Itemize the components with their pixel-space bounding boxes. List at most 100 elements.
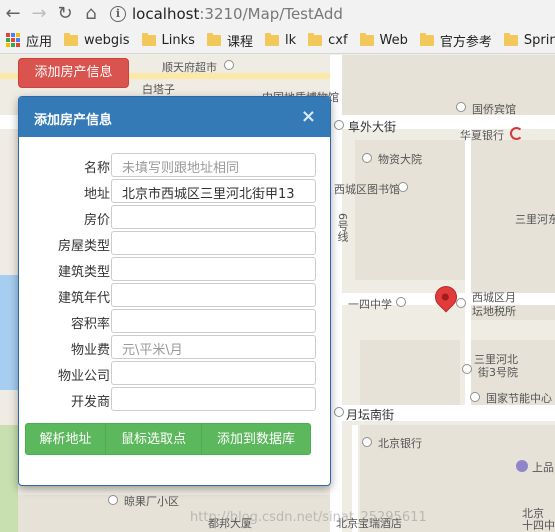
building-type-input[interactable] xyxy=(111,257,316,281)
forward-button[interactable]: → xyxy=(26,2,52,26)
name-input[interactable]: 未填写则跟地址相同 xyxy=(111,153,316,177)
house-type-input[interactable] xyxy=(111,231,316,255)
field-row-developer: 开发商 xyxy=(19,387,330,411)
bookmark-spring[interactable]: Spring xyxy=(503,32,555,48)
bookmark-label: Spring xyxy=(523,32,555,48)
map-label: 晾果厂小区 xyxy=(124,495,179,508)
field-label: 物业公司 xyxy=(57,369,110,384)
folder-icon xyxy=(264,32,279,46)
field-label: 建筑年代 xyxy=(57,291,110,306)
dialog-button-group: 解析地址 鼠标选取点 添加到数据库 xyxy=(25,423,311,455)
poi-icon xyxy=(470,392,480,402)
building-year-input[interactable] xyxy=(111,283,316,307)
field-label: 名称 xyxy=(83,161,110,176)
property-company-input[interactable] xyxy=(111,361,316,385)
shop-icon xyxy=(516,460,528,472)
folder-icon xyxy=(503,32,518,46)
close-icon[interactable]: × xyxy=(301,106,316,127)
bookmark-lk[interactable]: lk xyxy=(264,32,296,48)
poi-icon xyxy=(334,407,344,417)
field-label: 容积率 xyxy=(70,317,110,332)
map-label: 三里河东 xyxy=(515,213,555,226)
poi-icon xyxy=(334,120,344,130)
bookmark-web[interactable]: Web xyxy=(359,32,408,48)
url-host: localhost xyxy=(132,4,200,23)
parse-address-button[interactable]: 解析地址 xyxy=(25,423,106,455)
add-property-dialog: 添加房产信息 × 名称 未填写则跟地址相同 地址 北京市西城区三里河北街甲13 … xyxy=(18,96,331,486)
developer-input[interactable] xyxy=(111,387,316,411)
bookmark-official[interactable]: 官方参考 xyxy=(419,31,492,50)
apps-icon xyxy=(6,33,20,47)
bookmark-courses[interactable]: 课程 xyxy=(206,31,253,50)
bookmark-apps[interactable]: 应用 xyxy=(6,31,52,50)
map-block xyxy=(360,340,460,405)
folder-icon xyxy=(419,32,434,46)
poi-icon xyxy=(462,364,472,374)
map-label: 国侨宾馆 xyxy=(472,103,516,116)
poi-icon xyxy=(456,102,466,112)
pick-point-button[interactable]: 鼠标选取点 xyxy=(106,423,202,455)
field-row-address: 地址 北京市西城区三里河北街甲13 xyxy=(19,179,330,203)
field-row-plot-ratio: 容积率 xyxy=(19,309,330,333)
field-row-house-type: 房屋类型 xyxy=(19,231,330,255)
map-label: 坛地税所 xyxy=(472,305,516,318)
info-icon[interactable]: i xyxy=(110,5,126,22)
back-button[interactable]: ← xyxy=(0,2,26,26)
poi-icon xyxy=(456,298,466,308)
bookmark-webgis[interactable]: webgis xyxy=(64,32,130,48)
bookmark-label: webgis xyxy=(84,32,130,48)
url-field[interactable]: i localhost:3210/Map/TestAdd xyxy=(110,3,553,25)
bookmark-label: Web xyxy=(379,32,408,48)
add-property-button[interactable]: 添加房产信息 xyxy=(18,58,129,88)
map-label: 街3号院 xyxy=(478,366,518,379)
bookmarks-bar: 应用 webgis Links 课程 lk cxf Web 官方参考 Sprin… xyxy=(0,27,555,54)
bookmark-label: 应用 xyxy=(26,34,53,50)
field-label: 房屋类型 xyxy=(57,239,110,254)
map-label: 阜外大街 xyxy=(348,120,397,134)
property-fee-input[interactable]: 元\平米\月 xyxy=(111,335,316,359)
bookmark-label: 课程 xyxy=(226,34,253,50)
save-to-database-button[interactable]: 添加到数据库 xyxy=(202,423,311,455)
map-label: 6号线 xyxy=(336,213,349,242)
location-marker-icon[interactable] xyxy=(431,282,461,312)
field-row-building-type: 建筑类型 xyxy=(19,257,330,281)
map-label: 西城区图书馆 xyxy=(334,183,400,196)
field-label: 建筑类型 xyxy=(57,265,110,280)
url-path: :3210/Map/TestAdd xyxy=(199,4,343,23)
field-row-property-company: 物业公司 xyxy=(19,361,330,385)
plot-ratio-input[interactable] xyxy=(111,309,316,333)
map-label: 顺天府超市 xyxy=(162,61,217,74)
reload-button[interactable]: ↻ xyxy=(52,2,78,26)
price-input[interactable] xyxy=(111,205,316,229)
field-row-building-year: 建筑年代 xyxy=(19,283,330,307)
folder-icon xyxy=(308,32,323,46)
field-label: 物业费 xyxy=(70,343,110,358)
field-label: 地址 xyxy=(83,187,110,202)
field-label: 开发商 xyxy=(70,395,110,410)
field-row-property-fee: 物业费 元\平米\月 xyxy=(19,335,330,359)
bookmark-cxf[interactable]: cxf xyxy=(308,32,348,48)
field-row-price: 房价 xyxy=(19,205,330,229)
bookmark-links[interactable]: Links xyxy=(141,32,195,48)
address-bar: ← → ↻ ⌂ i localhost:3210/Map/TestAdd xyxy=(0,0,555,27)
folder-icon xyxy=(206,32,221,46)
bank-icon xyxy=(510,127,523,140)
poi-icon xyxy=(224,60,234,70)
address-input[interactable]: 北京市西城区三里河北街甲13 xyxy=(111,179,316,203)
folder-icon xyxy=(64,32,79,46)
poi-icon xyxy=(362,153,372,163)
field-label: 房价 xyxy=(83,213,110,228)
map-label: 月坛南街 xyxy=(346,408,395,422)
map-label: 华夏银行 xyxy=(460,129,504,142)
bookmark-label: cxf xyxy=(328,32,348,48)
home-button[interactable]: ⌂ xyxy=(78,2,104,26)
map-label: 十四中 xyxy=(522,519,555,532)
poi-icon xyxy=(398,182,408,192)
bookmark-label: Links xyxy=(161,32,195,48)
map-label: 国家节能中心 xyxy=(486,392,552,405)
watermark: http://blog.csdn.net/sinat_25295611 xyxy=(190,510,427,525)
dialog-title: 添加房产信息 xyxy=(34,113,113,128)
map-label: 一四中学 xyxy=(348,298,392,311)
folder-icon xyxy=(141,32,156,46)
poi-icon xyxy=(396,297,406,307)
